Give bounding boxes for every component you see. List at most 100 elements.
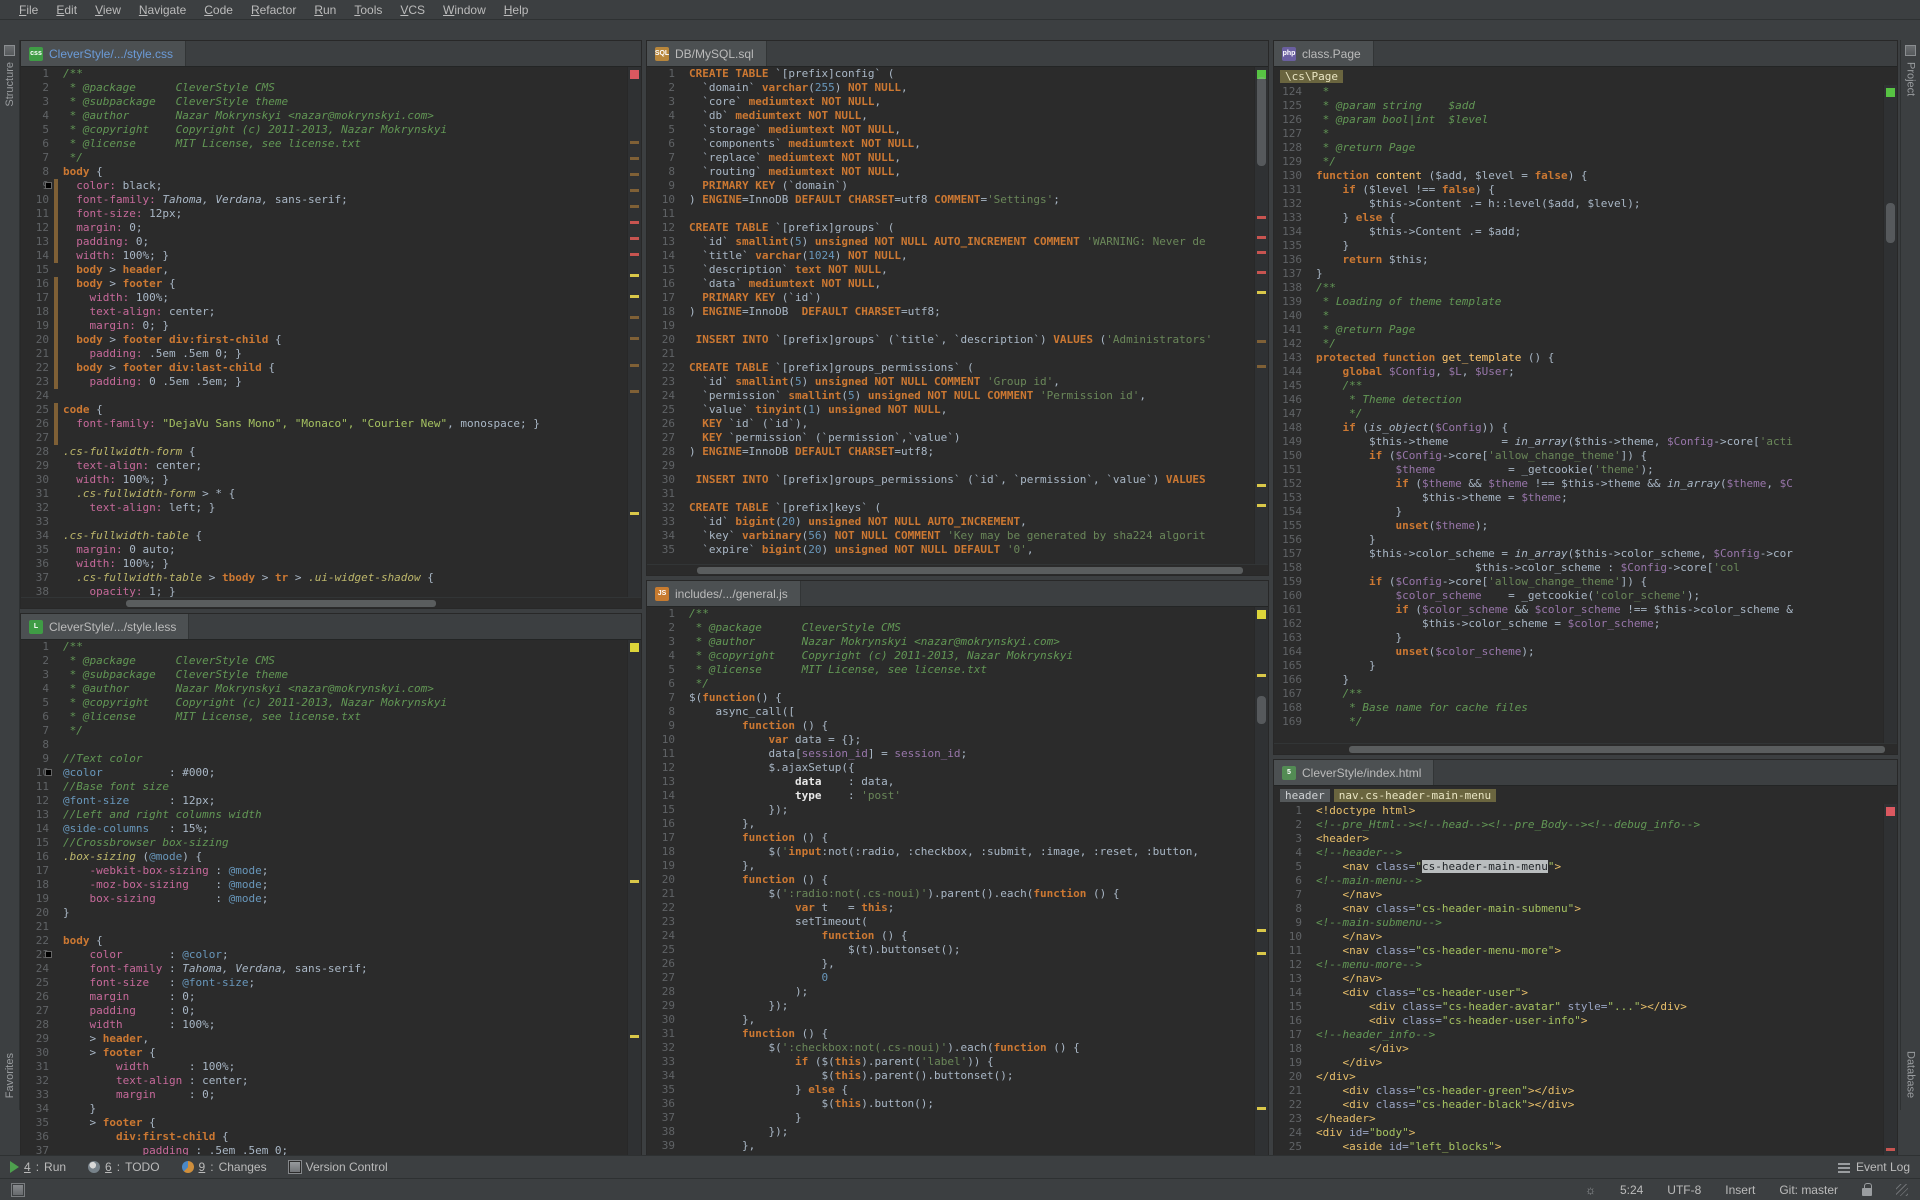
code-line: 137}: [1274, 267, 1883, 281]
toolwindow-switcher-icon[interactable]: [12, 1184, 24, 1196]
menu-vcs[interactable]: VCS: [391, 2, 434, 18]
tab-label: CleverStyle/index.html: [1302, 766, 1421, 780]
code-line: 7 */: [21, 724, 627, 738]
code-line: 168 * Base name for cache files: [1274, 701, 1883, 715]
code-line: 2<!--pre_Html--><!--head--><!--pre_Body-…: [1274, 818, 1883, 832]
code-line: 30 },: [647, 1013, 1254, 1027]
horizontal-scrollbar[interactable]: [647, 564, 1268, 575]
vertical-scrollbar-thumb[interactable]: [1257, 77, 1266, 166]
menu-file[interactable]: File: [10, 2, 47, 18]
code-line: 31 function () {: [647, 1027, 1254, 1041]
code-line: 18) ENGINE=InnoDB DEFAULT CHARSET=utf8;: [647, 305, 1254, 319]
menu-help[interactable]: Help: [495, 2, 538, 18]
menu-navigate[interactable]: Navigate: [130, 2, 195, 18]
scrollbar-stripe[interactable]: [627, 67, 641, 597]
code-line: 26 KEY `id` (`id`),: [647, 417, 1254, 431]
code-line: 134 $this->Content .= $add;: [1274, 225, 1883, 239]
code-line: 19: [647, 319, 1254, 333]
code-line: 159 if ($Config->core['allow_change_them…: [1274, 575, 1883, 589]
code-line: 1/**: [647, 607, 1254, 621]
code-line: 30 > footer {: [21, 1046, 627, 1060]
scrollbar-stripe[interactable]: [627, 640, 641, 1174]
code-line: 37 }: [647, 1111, 1254, 1125]
code-area[interactable]: 1/**2 * @package CleverStyle CMS3 * @aut…: [647, 607, 1254, 1163]
breadcrumb-item[interactable]: nav.cs-header-main-menu: [1334, 789, 1496, 802]
code-line: 18 $('input:not(:radio, :checkbox, :subm…: [647, 845, 1254, 859]
code-line: 138/**: [1274, 281, 1883, 295]
toolwindow-project[interactable]: Project: [1905, 62, 1917, 96]
code-line: 153 $this->theme = $theme;: [1274, 491, 1883, 505]
event-log-icon: [1838, 1161, 1850, 1173]
event-log-button[interactable]: Event Log: [1838, 1160, 1910, 1174]
code-area[interactable]: 124 *125 * @param string $add126 * @para…: [1274, 85, 1883, 743]
code-area[interactable]: 1CREATE TABLE `[prefix]config` (2 `domai…: [647, 67, 1254, 564]
code-line: 19 </div>: [1274, 1056, 1883, 1070]
code-line: 7 */: [21, 151, 627, 165]
code-line: 20 function () {: [647, 873, 1254, 887]
scrollbar-stripe[interactable]: [1254, 67, 1268, 564]
code-line: 3 * @subpackage CleverStyle theme: [21, 95, 627, 109]
scrollbar-stripe[interactable]: [1883, 85, 1897, 743]
toolwindow-structure[interactable]: Structure: [4, 62, 16, 107]
menu-tools[interactable]: Tools: [345, 2, 391, 18]
toolwindow-button-run[interactable]: 4: Run: [10, 1160, 66, 1174]
changes-icon: [182, 1161, 194, 1173]
toolwindow-database[interactable]: Database: [1905, 1051, 1917, 1098]
status-bar: ☼ 5:24 UTF-8 Insert Git: master: [0, 1178, 1920, 1200]
code-line: 3<header>: [1274, 832, 1883, 846]
menu-refactor[interactable]: Refactor: [242, 2, 305, 18]
readonly-lock-icon[interactable]: [1862, 1188, 1872, 1196]
code-line: 17 -webkit-box-sizing : @mode;: [21, 864, 627, 878]
code-line: 155 unset($theme);: [1274, 519, 1883, 533]
horizontal-scrollbar[interactable]: [1274, 743, 1897, 754]
code-area[interactable]: 1<!doctype html>2<!--pre_Html--><!--head…: [1274, 804, 1883, 1174]
caret-position[interactable]: 5:24: [1620, 1183, 1643, 1197]
code-area[interactable]: 1/**2 * @package CleverStyle CMS3 * @sub…: [21, 67, 627, 597]
tab-style-less[interactable]: L CleverStyle/.../style.less: [21, 614, 189, 639]
toolwindow-favorites[interactable]: Favorites: [4, 1053, 16, 1098]
toolwindow-button-todo[interactable]: 6: TODO: [88, 1160, 159, 1174]
code-line: 161 if ($color_scheme && $color_scheme !…: [1274, 603, 1883, 617]
tab-class-page[interactable]: php class.Page: [1274, 41, 1374, 66]
vertical-scrollbar-thumb[interactable]: [1257, 696, 1266, 724]
file-encoding[interactable]: UTF-8: [1667, 1183, 1701, 1197]
toolwindow-button-changes[interactable]: 9: Changes: [182, 1160, 267, 1174]
code-line: 26 margin : 0;: [21, 990, 627, 1004]
background-tasks-icon[interactable]: ☼: [1585, 1183, 1596, 1197]
code-line: 8 async_call([: [647, 705, 1254, 719]
code-line: 4 * @author Nazar Mokrynskyi <nazar@mokr…: [21, 109, 627, 123]
menu-edit[interactable]: Edit: [47, 2, 86, 18]
tab-style-css[interactable]: css CleverStyle/.../style.css: [21, 41, 186, 66]
tab-label: class.Page: [1302, 47, 1361, 61]
tab-general-js[interactable]: JS includes/.../general.js: [647, 581, 801, 606]
scrollbar-stripe[interactable]: [1254, 607, 1268, 1163]
code-line: 32 text-align : center;: [21, 1074, 627, 1088]
menu-view[interactable]: View: [86, 2, 130, 18]
tab-index-html[interactable]: 5 CleverStyle/index.html: [1274, 760, 1434, 785]
toolwindow-button-version-control[interactable]: Version Control: [289, 1160, 388, 1174]
horizontal-scrollbar-thumb[interactable]: [1349, 746, 1885, 753]
vertical-scrollbar-thumb[interactable]: [1886, 203, 1895, 242]
code-line: 21 <div class="cs-header-green"></div>: [1274, 1084, 1883, 1098]
code-area[interactable]: 1/**2 * @package CleverStyle CMS3 * @sub…: [21, 640, 627, 1174]
code-line: 11: [647, 207, 1254, 221]
breadcrumb-item[interactable]: header: [1280, 789, 1330, 802]
resize-grip[interactable]: [1896, 1184, 1908, 1196]
menu-code[interactable]: Code: [195, 2, 242, 18]
code-line: 9<!--main-submenu-->: [1274, 916, 1883, 930]
menu-run[interactable]: Run: [305, 2, 345, 18]
menu-window[interactable]: Window: [434, 2, 495, 18]
breadcrumb-item[interactable]: \cs\Page: [1280, 70, 1343, 83]
horizontal-scrollbar-thumb[interactable]: [697, 567, 1243, 574]
scrollbar-stripe[interactable]: [1883, 804, 1897, 1174]
code-line: 12<!--menu-more-->: [1274, 958, 1883, 972]
tab-mysql-sql[interactable]: SQL DB/MySQL.sql: [647, 41, 767, 66]
structure-tool-icon: [4, 45, 15, 56]
git-branch[interactable]: Git: master: [1779, 1183, 1838, 1197]
insert-mode[interactable]: Insert: [1725, 1183, 1755, 1197]
run-icon: [10, 1161, 19, 1173]
code-line: 16 `data` mediumtext NOT NULL,: [647, 277, 1254, 291]
horizontal-scrollbar[interactable]: [21, 597, 641, 608]
code-line: 157 $this->color_scheme = in_array($this…: [1274, 547, 1883, 561]
horizontal-scrollbar-thumb[interactable]: [126, 600, 436, 607]
